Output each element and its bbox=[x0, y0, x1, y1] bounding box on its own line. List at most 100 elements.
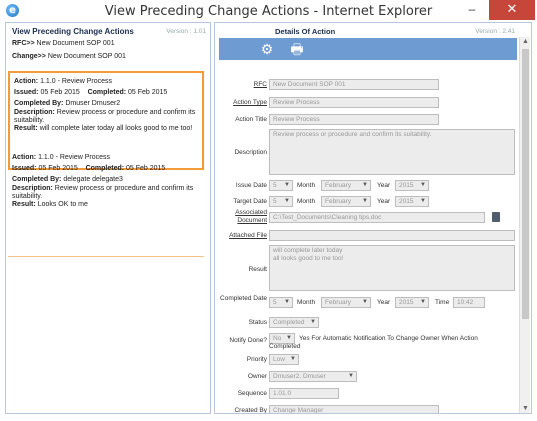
vertical-scrollbar[interactable]: ▲ ▼ bbox=[519, 37, 530, 413]
rfc-label[interactable]: RFC bbox=[215, 81, 267, 88]
owner-label: Owner bbox=[247, 373, 267, 380]
document-icon[interactable] bbox=[492, 212, 500, 222]
created-by-field[interactable]: Change Manager bbox=[269, 405, 439, 413]
target-year-value: 2015 bbox=[399, 198, 414, 205]
result-line-2: all looks good to me too! bbox=[273, 255, 344, 262]
chevron-down-icon: ▼ bbox=[348, 373, 354, 379]
year-label: Year bbox=[377, 198, 391, 205]
issue-day-value: 5 bbox=[273, 182, 277, 189]
issue-date-label: Issue Date bbox=[235, 182, 267, 189]
result-textarea[interactable]: will complete later today all looks good… bbox=[269, 245, 515, 291]
issued-label: Issued: bbox=[14, 89, 39, 96]
chevron-down-icon: ▼ bbox=[362, 299, 368, 305]
completed-by-value: Dmuser Dmuser2 bbox=[65, 100, 121, 107]
action-card[interactable]: Action: 1.1.0 - Review Process Issued: 0… bbox=[8, 149, 204, 257]
description-label: Description: bbox=[12, 185, 53, 192]
year-label: Year bbox=[377, 182, 391, 189]
issue-year-select[interactable]: 2015 ▼ bbox=[395, 180, 429, 191]
chevron-down-icon: ▼ bbox=[420, 299, 426, 305]
status-select[interactable]: Completed ▼ bbox=[269, 317, 319, 328]
details-toolbar: ⚙ 🖶 bbox=[219, 38, 517, 60]
target-day-value: 5 bbox=[273, 198, 277, 205]
target-month-select[interactable]: February ▼ bbox=[321, 196, 371, 207]
printer-icon[interactable]: 🖶 bbox=[289, 41, 305, 57]
completed-year-select[interactable]: 2015 ▼ bbox=[395, 297, 429, 308]
completed-value: 05 Feb 2015 bbox=[126, 165, 166, 172]
result-label: Result bbox=[248, 266, 267, 273]
target-day-select[interactable]: 5 ▼ bbox=[269, 196, 293, 207]
sequence-label: Sequence bbox=[237, 390, 267, 397]
attached-file-field[interactable] bbox=[269, 230, 515, 241]
rfc-field[interactable]: New Document SOP 001 bbox=[269, 79, 439, 90]
scroll-up-icon[interactable]: ▲ bbox=[520, 38, 531, 45]
action-value: 1.1.0 - Review Process bbox=[40, 78, 113, 85]
priority-select[interactable]: Low ▼ bbox=[269, 354, 299, 365]
notify-done-label: Notify Done? bbox=[229, 337, 267, 344]
completed-label: Completed: bbox=[85, 165, 125, 172]
chevron-down-icon: ▼ bbox=[284, 182, 290, 188]
issue-day-select[interactable]: 5 ▼ bbox=[269, 180, 293, 191]
description-label: Description bbox=[234, 149, 267, 156]
chevron-down-icon: ▼ bbox=[420, 182, 426, 188]
completed-date-label: Completed Date bbox=[220, 295, 267, 302]
notify-note: Yes For Automatic Notification To Change… bbox=[269, 335, 478, 350]
month-label: Month bbox=[297, 182, 316, 189]
scroll-down-icon[interactable]: ▼ bbox=[520, 405, 531, 412]
completed-year-value: 2015 bbox=[399, 299, 414, 306]
chevron-down-icon: ▼ bbox=[290, 356, 296, 362]
scrollbar-thumb[interactable] bbox=[522, 49, 529, 319]
change-value: New Document SOP 001 bbox=[47, 53, 126, 60]
completed-time-field[interactable]: 10:42 bbox=[453, 297, 485, 308]
associated-document-field[interactable]: C:\Test_Documents\Cleaning tips.doc bbox=[269, 212, 485, 223]
gear-icon[interactable]: ⚙ bbox=[259, 41, 275, 57]
chevron-down-icon: ▼ bbox=[284, 198, 290, 204]
chevron-down-icon: ▼ bbox=[362, 198, 368, 204]
rfc-row: RFC>> New Document SOP 001 bbox=[12, 40, 115, 47]
completed-month-select[interactable]: February ▼ bbox=[321, 297, 371, 308]
issued-value: 05 Feb 2015 bbox=[40, 89, 80, 96]
issue-month-select[interactable]: February ▼ bbox=[321, 180, 371, 191]
target-year-select[interactable]: 2015 ▼ bbox=[395, 196, 429, 207]
year-label: Year bbox=[377, 299, 391, 306]
action-value: 1.1.0 - Review Process bbox=[38, 154, 111, 161]
description-textarea[interactable]: Review process or procedure and confirm … bbox=[269, 129, 515, 175]
completed-day-value: 5 bbox=[273, 299, 277, 306]
result-value: Looks OK to me bbox=[37, 201, 88, 208]
created-by-label: Created By bbox=[234, 407, 267, 414]
version-label: Version : 2.41 bbox=[475, 28, 515, 35]
owner-select[interactable]: Dmuser2, Dmuser ▼ bbox=[269, 371, 357, 382]
action-title-field[interactable]: Review Process bbox=[269, 114, 439, 125]
completed-by-value: delegate delegate3 bbox=[63, 176, 123, 183]
version-label: Version : 1.01 bbox=[166, 28, 206, 35]
chevron-down-icon: ▼ bbox=[420, 198, 426, 204]
completed-label: Completed: bbox=[87, 89, 127, 96]
description-label: Description: bbox=[14, 109, 55, 116]
time-label: Time bbox=[435, 299, 450, 306]
result-label: Result: bbox=[14, 125, 38, 132]
issued-value: 05 Feb 2015 bbox=[38, 165, 78, 172]
associated-document-label[interactable]: Associated Document bbox=[215, 209, 267, 225]
month-label: Month bbox=[297, 299, 316, 306]
sequence-field[interactable]: 1.01.0 bbox=[269, 388, 339, 399]
action-label: Action: bbox=[12, 154, 37, 161]
completed-by-label: Completed By: bbox=[14, 100, 64, 107]
action-type-field[interactable]: Review Process bbox=[269, 97, 439, 108]
change-row: Change>> New Document SOP 001 bbox=[12, 53, 126, 60]
window-titlebar: e View Preceding Change Actions - Intern… bbox=[0, 0, 537, 22]
action-type-label[interactable]: Action Type bbox=[215, 99, 267, 106]
action-details-panel: Details Of Action Version : 2.41 ⚙ 🖶 RFC… bbox=[214, 22, 532, 414]
result-value: will complete later today all looks good… bbox=[39, 125, 193, 132]
attached-file-label[interactable]: Attached File bbox=[215, 232, 267, 239]
result-label: Result: bbox=[12, 201, 36, 208]
issue-year-value: 2015 bbox=[399, 182, 414, 189]
target-date-label: Target Date bbox=[233, 198, 267, 205]
month-label: Month bbox=[297, 198, 316, 205]
minimize-button[interactable]: – bbox=[459, 0, 485, 20]
status-label: Status bbox=[248, 319, 267, 326]
chevron-down-icon: ▼ bbox=[284, 299, 290, 305]
owner-value: Dmuser2, Dmuser bbox=[273, 373, 326, 380]
close-button[interactable]: ✕ bbox=[489, 0, 535, 20]
rfc-value: New Document SOP 001 bbox=[36, 40, 115, 47]
completed-day-select[interactable]: 5 ▼ bbox=[269, 297, 293, 308]
completed-value: 05 Feb 2015 bbox=[128, 89, 168, 96]
